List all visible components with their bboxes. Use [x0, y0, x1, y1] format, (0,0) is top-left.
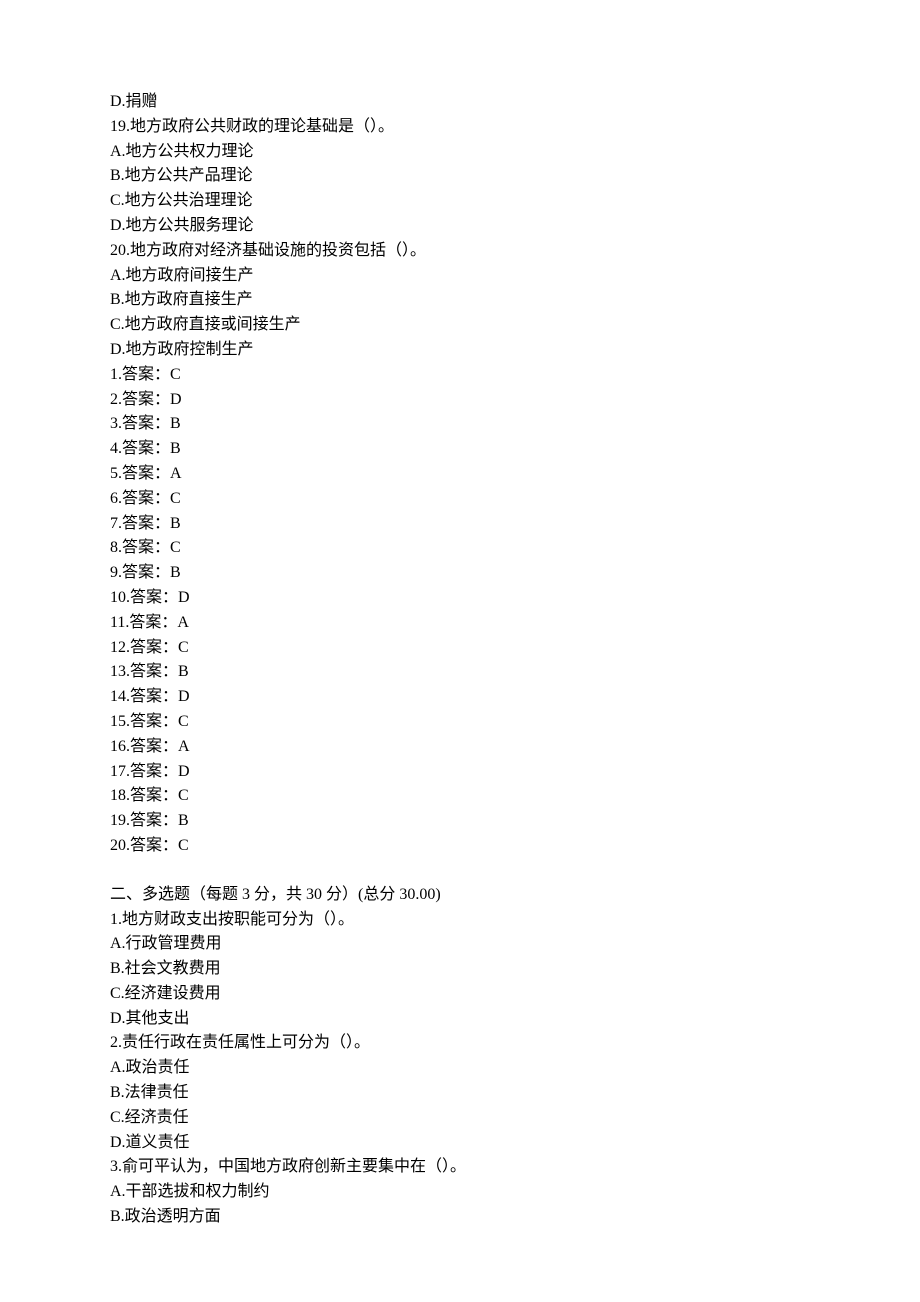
- option-b: B.地方政府直接生产: [110, 288, 810, 313]
- option-c: C.经济建设费用: [110, 982, 810, 1007]
- answer-5: 5.答案：A: [110, 462, 810, 487]
- answer-10: 10.答案：D: [110, 586, 810, 611]
- answer-19: 19.答案：B: [110, 809, 810, 834]
- answer-11: 11.答案：A: [110, 611, 810, 636]
- answer-15: 15.答案：C: [110, 710, 810, 735]
- option-a: A.政治责任: [110, 1056, 810, 1081]
- answer-8: 8.答案：C: [110, 536, 810, 561]
- option-d: D.捐赠: [110, 90, 810, 115]
- answer-3: 3.答案：B: [110, 412, 810, 437]
- answer-13: 13.答案：B: [110, 660, 810, 685]
- option-d: D.地方公共服务理论: [110, 214, 810, 239]
- answer-2: 2.答案：D: [110, 388, 810, 413]
- option-c: C.地方政府直接或间接生产: [110, 313, 810, 338]
- answer-4: 4.答案：B: [110, 437, 810, 462]
- question-1: 1.地方财政支出按职能可分为（）。: [110, 908, 810, 933]
- option-b: B.政治透明方面: [110, 1205, 810, 1230]
- question-3: 3.俞可平认为，中国地方政府创新主要集中在（）。: [110, 1155, 810, 1180]
- answer-20: 20.答案：C: [110, 834, 810, 859]
- question-20: 20.地方政府对经济基础设施的投资包括（）。: [110, 239, 810, 264]
- option-a: A.地方公共权力理论: [110, 140, 810, 165]
- option-b: B.地方公共产品理论: [110, 164, 810, 189]
- section-break: [110, 859, 810, 883]
- option-b: B.法律责任: [110, 1081, 810, 1106]
- option-d: D.地方政府控制生产: [110, 338, 810, 363]
- answer-14: 14.答案：D: [110, 685, 810, 710]
- answer-1: 1.答案：C: [110, 363, 810, 388]
- option-a: A.干部选拔和权力制约: [110, 1180, 810, 1205]
- answer-12: 12.答案：C: [110, 636, 810, 661]
- section-2-heading: 二、多选题（每题 3 分，共 30 分）(总分 30.00): [110, 883, 810, 908]
- option-c: C.经济责任: [110, 1106, 810, 1131]
- answer-16: 16.答案：A: [110, 735, 810, 760]
- option-b: B.社会文教费用: [110, 957, 810, 982]
- answer-6: 6.答案：C: [110, 487, 810, 512]
- option-d: D.道义责任: [110, 1131, 810, 1156]
- answer-18: 18.答案：C: [110, 784, 810, 809]
- option-c: C.地方公共治理理论: [110, 189, 810, 214]
- option-d: D.其他支出: [110, 1007, 810, 1032]
- answer-9: 9.答案：B: [110, 561, 810, 586]
- question-19: 19.地方政府公共财政的理论基础是（）。: [110, 115, 810, 140]
- answer-17: 17.答案：D: [110, 760, 810, 785]
- option-a: A.行政管理费用: [110, 932, 810, 957]
- answer-7: 7.答案：B: [110, 512, 810, 537]
- question-2: 2.责任行政在责任属性上可分为（）。: [110, 1031, 810, 1056]
- option-a: A.地方政府间接生产: [110, 264, 810, 289]
